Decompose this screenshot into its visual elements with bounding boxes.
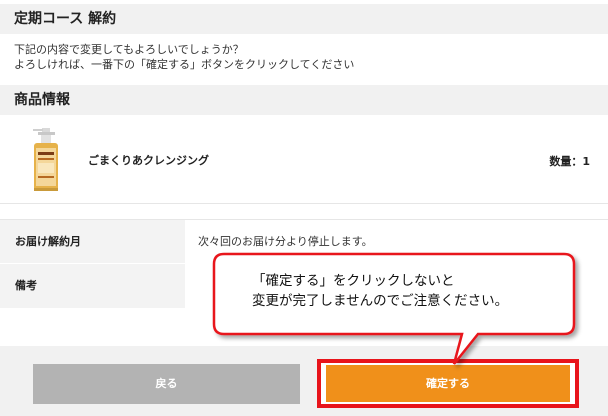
product-name: ごまくりあクレンジング — [88, 154, 209, 167]
callout-line-1: 「確定する」をクリックしないと — [252, 273, 455, 289]
product-quantity: 数量：1 — [549, 155, 590, 168]
info-label: 備考 — [0, 264, 185, 308]
description-line-2: よろしければ、一番下の「確定する」ボタンをクリックしてください — [14, 58, 355, 71]
section-title-course-cancel: 定期コース 解約 — [0, 4, 608, 34]
callout-line-2: 変更が完了しませんのでご注意ください。 — [252, 293, 509, 309]
section-title-product-info: 商品情報 — [0, 85, 608, 115]
warning-callout: 「確定する」をクリックしないと 変更が完了しませんのでご注意ください。 — [210, 251, 586, 381]
product-bottle-image — [33, 128, 58, 191]
description-line-1: 下記の内容で変更してもよろしいでしょうか？ — [14, 43, 244, 56]
confirmation-description: 下記の内容で変更してもよろしいでしょうか？ よろしければ、一番下の「確定する」ボ… — [14, 42, 354, 72]
info-label: お届け解約月 — [0, 220, 185, 263]
callout-text: 「確定する」をクリックしないと 変更が完了しませんのでご注意ください。 — [252, 271, 508, 311]
product-row: ごまくりあクレンジング 数量：1 — [0, 122, 608, 204]
